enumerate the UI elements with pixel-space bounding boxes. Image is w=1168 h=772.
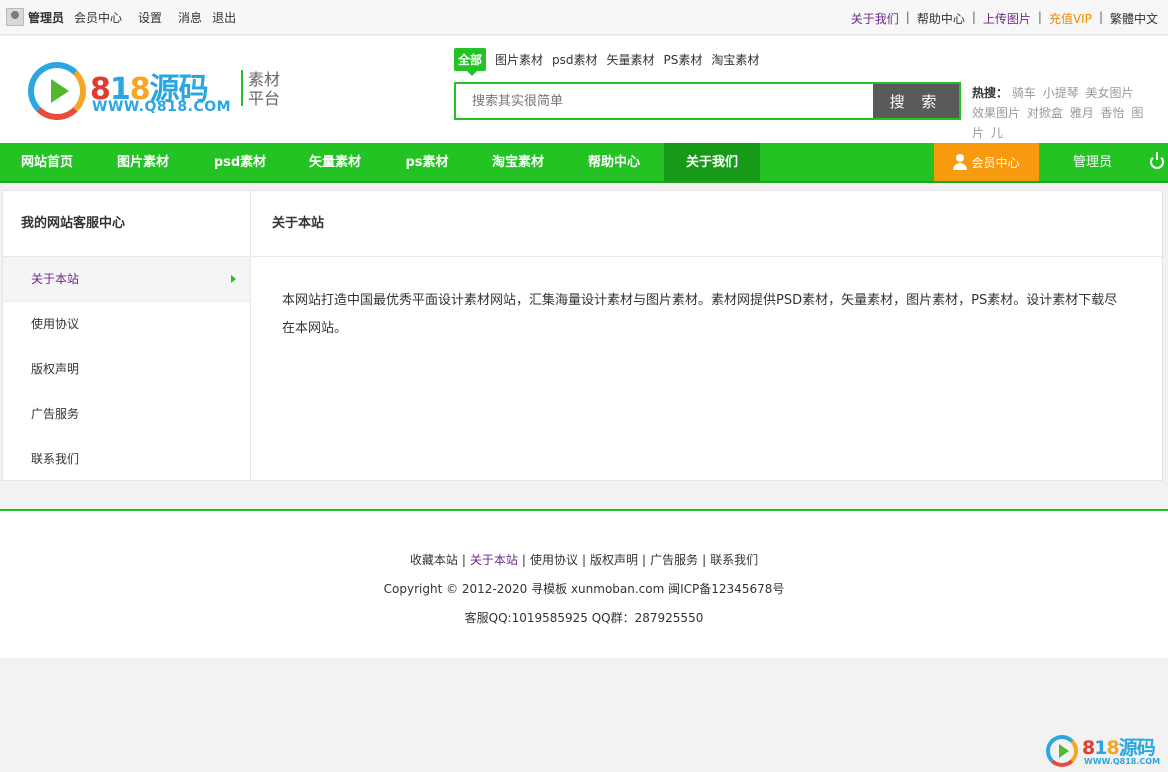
nav-item-home[interactable]: 网站首页	[0, 143, 94, 181]
top-link-messages[interactable]: 消息	[178, 9, 202, 26]
power-icon[interactable]	[1150, 152, 1164, 169]
search-tab-vector[interactable]: 矢量素材	[607, 51, 655, 68]
hot-keyword[interactable]: 小提琴	[1043, 86, 1079, 100]
top-link-member-center[interactable]: 会员中心	[74, 9, 122, 26]
top-link-traditional-chinese[interactable]: 繁體中文	[1110, 10, 1158, 27]
separator: |	[905, 10, 910, 24]
username-link[interactable]: 管理员	[28, 9, 64, 26]
search-tab-ps[interactable]: PS素材	[664, 51, 703, 68]
play-logo-icon	[1046, 735, 1078, 767]
search-input[interactable]	[456, 84, 873, 118]
content-title: 关于本站	[252, 191, 1162, 257]
logo-slogan: 素材 平台	[248, 70, 281, 108]
member-center-button[interactable]: 会员中心	[934, 143, 1039, 181]
separator: |	[521, 553, 526, 567]
hot-keyword[interactable]: 对掀盒	[1027, 106, 1063, 120]
nav-item-ps[interactable]: ps素材	[382, 143, 472, 181]
footer-link-ads[interactable]: 广告服务	[650, 553, 698, 567]
separator: |	[581, 553, 587, 567]
nav-item-images[interactable]: 图片素材	[94, 143, 192, 181]
top-link-settings[interactable]: 设置	[138, 9, 162, 26]
top-link-vip[interactable]: 充值VIP	[1049, 10, 1092, 27]
logo-divider	[241, 70, 243, 106]
separator: |	[642, 553, 647, 567]
watermark-url: WWW.Q818.COM	[1084, 757, 1161, 766]
avatar-icon[interactable]	[6, 8, 24, 26]
top-link-help[interactable]: 帮助中心	[917, 10, 965, 27]
watermark-logo: 818源码 WWW.Q818.COM	[1046, 733, 1162, 769]
main-panel: 我的网站客服中心 关于本站 使用协议 版权声明 广告服务 联系我们 关于本站 本…	[2, 190, 1163, 481]
top-bar: 管理员 会员中心 设置 消息 退出 关于我们 | 帮助中心 | 上传图片 | 充…	[0, 0, 1168, 35]
top-link-upload[interactable]: 上传图片	[983, 10, 1031, 27]
search-tab-all[interactable]: 全部	[454, 48, 487, 76]
hot-keyword[interactable]: 雅月	[1070, 106, 1094, 120]
search-tabs: 全部 图片素材 psd素材 矢量素材 PS素材 淘宝素材	[454, 48, 768, 76]
separator: |	[1098, 10, 1103, 24]
hot-keyword[interactable]: 骑车	[1012, 86, 1036, 100]
footer-link-about[interactable]: 关于本站	[470, 553, 518, 567]
logo-url: WWW.Q818.COM	[92, 99, 232, 115]
hot-searches: 热搜： 骑车 小提琴 美女图片 效果图片 对掀盒 雅月 香怡 图片 儿	[972, 83, 1152, 143]
top-link-logout[interactable]: 退出	[212, 9, 236, 26]
sidebar: 我的网站客服中心 关于本站 使用协议 版权声明 广告服务 联系我们	[3, 191, 251, 480]
search-tab-psd[interactable]: psd素材	[552, 51, 598, 68]
watermark-brand: 818源码	[1082, 737, 1156, 759]
nav-item-taobao[interactable]: 淘宝素材	[472, 143, 564, 181]
hot-keyword[interactable]: 效果图片	[972, 106, 1020, 120]
admin-link[interactable]: 管理员	[1073, 143, 1112, 181]
search-box: 搜 索	[454, 82, 961, 120]
footer-links: 收藏本站 | 关于本站 | 使用协议 | 版权声明 | 广告服务 | 联系我们	[0, 551, 1168, 569]
content-area: 关于本站 本网站打造中国最优秀平面设计素材网站，汇集海量设计素材与图片素材。素材…	[252, 191, 1162, 480]
nav-items: 网站首页 图片素材 psd素材 矢量素材 ps素材 淘宝素材 帮助中心 关于我们	[0, 143, 760, 181]
search-tab-taobao[interactable]: 淘宝素材	[711, 51, 759, 68]
user-icon	[953, 154, 968, 170]
footer: 收藏本站 | 关于本站 | 使用协议 | 版权声明 | 广告服务 | 联系我们 Copyright …	[0, 509, 1168, 658]
separator: |	[1037, 10, 1042, 24]
play-logo-icon	[28, 62, 86, 120]
nav-item-vector[interactable]: 矢量素材	[288, 143, 382, 181]
hot-keyword[interactable]: 美女图片	[1086, 86, 1134, 100]
hot-keyword[interactable]: 香怡	[1101, 106, 1125, 120]
sidebar-item-about[interactable]: 关于本站	[3, 257, 250, 302]
search-tab-images[interactable]: 图片素材	[495, 51, 543, 68]
nav-item-help[interactable]: 帮助中心	[564, 143, 664, 181]
content-body: 本网站打造中国最优秀平面设计素材网站，汇集海量设计素材与图片素材。素材网提供PS…	[282, 293, 1118, 336]
separator: |	[702, 553, 707, 567]
top-bar-right: 关于我们 | 帮助中心 | 上传图片 | 充值VIP | 繁體中文	[851, 10, 1158, 27]
chevron-right-icon	[231, 275, 236, 283]
main-nav: 网站首页 图片素材 psd素材 矢量素材 ps素材 淘宝素材 帮助中心 关于我们…	[0, 143, 1168, 183]
sidebar-item-terms[interactable]: 使用协议	[3, 302, 250, 347]
footer-copyright: Copyright © 2012-2020 寻模板 xunmoban.com 闽…	[383, 582, 785, 596]
footer-link-contact[interactable]: 联系我们	[710, 553, 758, 567]
hot-label: 热搜：	[972, 86, 1009, 100]
separator: |	[461, 553, 466, 567]
sidebar-item-label: 关于本站	[31, 272, 80, 286]
top-link-about[interactable]: 关于我们	[851, 10, 899, 27]
footer-qq: 客服QQ:1019585925 QQ群：287925550	[464, 611, 704, 625]
nav-item-psd[interactable]: psd素材	[192, 143, 288, 181]
footer-link-copyright[interactable]: 版权声明	[590, 553, 638, 567]
hot-keyword[interactable]: 儿	[991, 126, 1003, 140]
sidebar-item-copyright[interactable]: 版权声明	[3, 347, 250, 392]
search-button[interactable]: 搜 索	[873, 84, 959, 118]
header: 818源码 WWW.Q818.COM 素材 平台 全部 图片素材 psd素材 矢…	[0, 36, 1168, 143]
separator: |	[971, 10, 976, 24]
member-center-label: 会员中心	[971, 155, 1020, 170]
nav-item-about[interactable]: 关于我们	[664, 143, 760, 181]
sidebar-item-contact[interactable]: 联系我们	[3, 437, 250, 482]
sidebar-item-ads[interactable]: 广告服务	[3, 392, 250, 437]
footer-link-bookmark[interactable]: 收藏本站	[410, 553, 458, 567]
site-logo[interactable]: 818源码 WWW.Q818.COM 素材 平台	[28, 62, 288, 122]
footer-link-terms[interactable]: 使用协议	[530, 553, 578, 567]
sidebar-title: 我的网站客服中心	[3, 191, 250, 257]
top-bar-left: 管理员 会员中心 设置 消息 退出	[6, 8, 252, 26]
